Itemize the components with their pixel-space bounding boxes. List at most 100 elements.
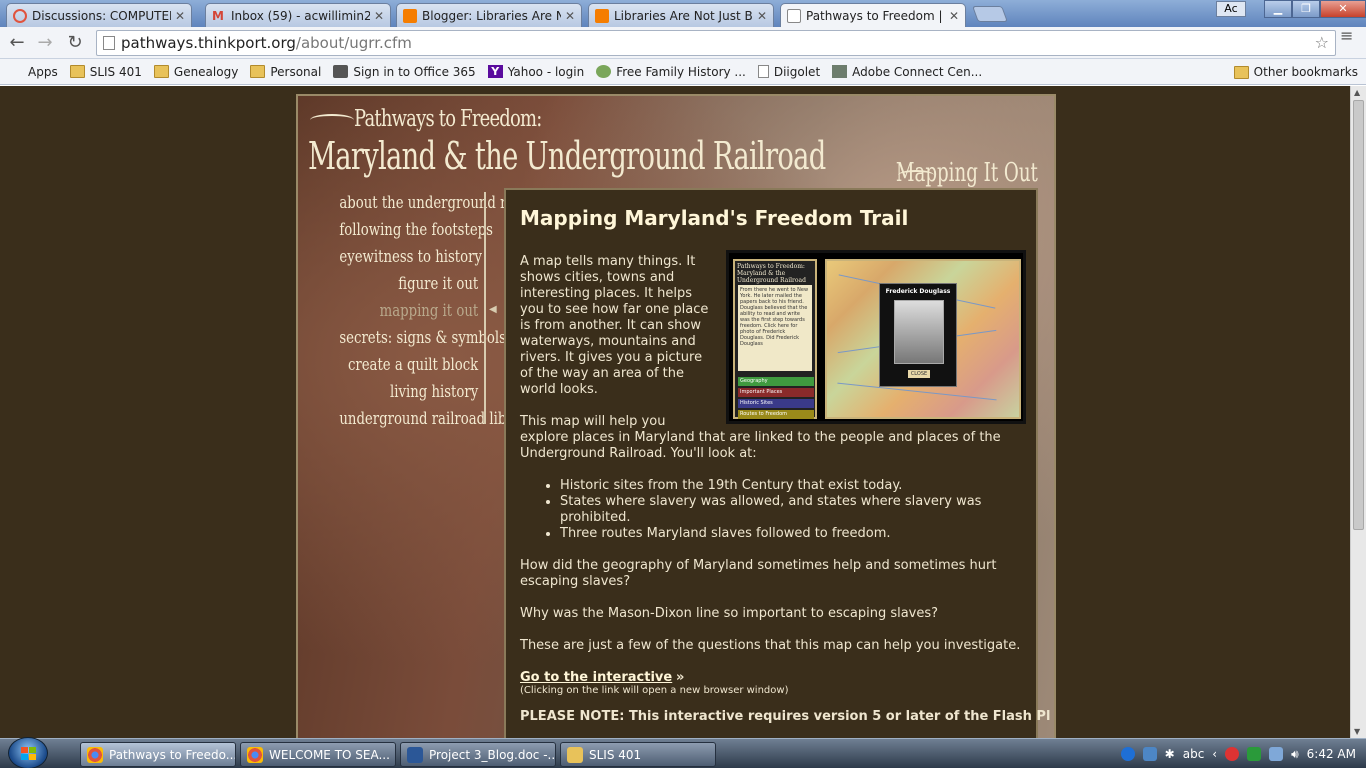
folder-icon bbox=[567, 746, 583, 763]
question-2: Why was the Mason-Dixon line so importan… bbox=[520, 606, 939, 621]
maximize-button[interactable]: ❐ bbox=[1292, 0, 1320, 18]
interactive-link-row: Go to the interactive » bbox=[520, 670, 1022, 685]
bookmark-slis401[interactable]: SLIS 401 bbox=[69, 65, 142, 79]
close-tab-icon[interactable]: ✕ bbox=[175, 9, 185, 23]
taskbar-item-slis401[interactable]: SLIS 401 bbox=[560, 742, 716, 767]
side-navigation: about the underground railroad following… bbox=[298, 190, 553, 433]
page-icon bbox=[787, 9, 801, 23]
nav-about[interactable]: about the underground railroad bbox=[339, 190, 553, 217]
close-tab-icon[interactable]: ✕ bbox=[949, 9, 959, 23]
tab-title: Discussions: COMPUTER-I bbox=[32, 8, 171, 23]
chevron-left-icon[interactable]: ‹ bbox=[1212, 747, 1217, 761]
updates-icon[interactable] bbox=[1247, 747, 1262, 761]
bookmark-family-history[interactable]: Free Family History ... bbox=[596, 65, 746, 79]
nav-figure-it-out[interactable]: figure it out bbox=[339, 271, 486, 298]
clock[interactable]: 6:42 AM bbox=[1307, 747, 1356, 761]
site-title-line1[interactable]: Pathways to Freedom: bbox=[354, 106, 542, 132]
scroll-thumb[interactable] bbox=[1353, 100, 1364, 530]
other-bookmarks-label: Other bookmarks bbox=[1253, 65, 1358, 79]
bookmark-genealogy[interactable]: Genealogy bbox=[153, 65, 238, 79]
douglass-popup: Frederick Douglass CLOSE bbox=[879, 283, 957, 387]
tab-blogger-1[interactable]: Blogger: Libraries Are Not ✕ bbox=[396, 3, 582, 27]
page-viewport: Pathways to Freedom: Maryland & the Unde… bbox=[0, 86, 1350, 738]
tree-icon bbox=[596, 65, 612, 78]
spinner-icon bbox=[13, 8, 27, 23]
bookmark-label: Yahoo - login bbox=[507, 64, 585, 79]
bookmark-adobe-connect[interactable]: Adobe Connect Cen... bbox=[832, 65, 982, 79]
bookmark-diigolet[interactable]: Diigolet bbox=[757, 64, 821, 79]
interactive-link[interactable]: Go to the interactive bbox=[520, 670, 672, 685]
tab-strip: Discussions: COMPUTER-I ✕ M Inbox (59) -… bbox=[0, 0, 1366, 28]
tab-inbox[interactable]: M Inbox (59) - acwillimin201 ✕ bbox=[205, 3, 391, 27]
taskbar-item-project3[interactable]: Project 3_Blog.doc -... bbox=[400, 742, 556, 767]
map-side-panel: Pathways to Freedom: Maryland & the Unde… bbox=[733, 259, 817, 419]
nav-secrets[interactable]: secrets: signs & symbols bbox=[339, 325, 506, 352]
adobe-icon bbox=[832, 65, 848, 78]
tab-discussions[interactable]: Discussions: COMPUTER-I ✕ bbox=[6, 3, 192, 27]
url-host: pathways.thinkport.org bbox=[121, 34, 296, 52]
bookmark-apps[interactable]: Apps bbox=[8, 65, 58, 79]
nav-footsteps[interactable]: following the footsteps bbox=[339, 217, 493, 244]
close-tab-icon[interactable]: ✕ bbox=[565, 9, 575, 23]
bookmark-personal[interactable]: Personal bbox=[250, 65, 321, 79]
close-window-button[interactable]: ✕ bbox=[1320, 0, 1366, 18]
nav-quilt-block[interactable]: create a quilt block bbox=[339, 352, 486, 379]
windows-logo-icon bbox=[21, 747, 36, 760]
scroll-down-icon[interactable]: ▼ bbox=[1354, 727, 1360, 736]
start-button[interactable] bbox=[8, 737, 48, 768]
browser-toolbar: ← → ↻ pathways.thinkport.org/about/ugrr.… bbox=[0, 27, 1366, 59]
scroll-up-icon[interactable]: ▲ bbox=[1354, 88, 1360, 97]
new-tab-button[interactable] bbox=[972, 6, 1008, 22]
menu-icon[interactable]: ≡ bbox=[1340, 28, 1356, 44]
nav-library[interactable]: underground railroad library bbox=[339, 406, 534, 433]
profile-badge[interactable]: Ac bbox=[1216, 1, 1246, 17]
url-path: /about/ugrr.cfm bbox=[295, 34, 412, 52]
back-icon[interactable]: ← bbox=[6, 32, 28, 54]
minimize-button[interactable]: ▁ bbox=[1264, 0, 1292, 18]
tray-abc-label[interactable]: abc bbox=[1183, 747, 1205, 761]
bluetooth-icon[interactable]: ✱ bbox=[1165, 747, 1175, 761]
tab-blogger-2[interactable]: Libraries Are Not Just Bool ✕ bbox=[588, 3, 774, 27]
tab-pathways-active[interactable]: Pathways to Freedom | Ab ✕ bbox=[780, 3, 966, 28]
close-tab-icon[interactable]: ✕ bbox=[374, 9, 384, 23]
taskbar-item-pathways[interactable]: Pathways to Freedo... bbox=[80, 742, 236, 767]
reload-icon[interactable]: ↻ bbox=[64, 32, 86, 54]
question-1: How did the geography of Maryland someti… bbox=[520, 558, 997, 589]
volume-icon[interactable]: 🔊︎ bbox=[1291, 747, 1299, 762]
map-btn-geography: Geography bbox=[738, 377, 814, 386]
nav-mapping-it-out[interactable]: mapping it out bbox=[339, 298, 486, 325]
taskbar-label: Project 3_Blog.doc -... bbox=[429, 747, 556, 762]
flash-note: PLEASE NOTE: This interactive requires v… bbox=[520, 709, 1051, 724]
list-item: States where slavery was allowed, and st… bbox=[560, 494, 1022, 526]
bookmark-star-icon[interactable]: ☆ bbox=[1315, 31, 1329, 55]
taskbar-item-welcome[interactable]: WELCOME TO SEA... bbox=[240, 742, 396, 767]
monitor-icon[interactable] bbox=[1142, 747, 1157, 761]
close-tab-icon[interactable]: ✕ bbox=[757, 9, 767, 23]
active-nav-arrow-icon: ◀ bbox=[489, 304, 497, 315]
taskbar-label: WELCOME TO SEA... bbox=[269, 747, 390, 762]
site-frame: Pathways to Freedom: Maryland & the Unde… bbox=[296, 94, 1056, 738]
address-bar[interactable]: pathways.thinkport.org/about/ugrr.cfm ☆ bbox=[96, 30, 1336, 56]
folder-icon bbox=[1233, 65, 1249, 79]
forward-icon[interactable]: → bbox=[34, 32, 56, 54]
chrome-icon bbox=[247, 746, 263, 763]
question-3: These are just a few of the questions th… bbox=[520, 638, 1021, 653]
nav-eyewitness[interactable]: eyewitness to history bbox=[339, 244, 486, 271]
tab-title: Pathways to Freedom | Ab bbox=[806, 9, 945, 23]
map-panel-title: Pathways to Freedom: Maryland & the Unde… bbox=[737, 263, 806, 284]
page-icon bbox=[103, 36, 115, 50]
bookmark-label: Diigolet bbox=[773, 64, 821, 79]
bookmark-label: Adobe Connect Cen... bbox=[852, 64, 983, 79]
bookmark-office365[interactable]: Sign in to Office 365 bbox=[333, 65, 476, 79]
page-scrollbar[interactable]: ▲ ▼ bbox=[1350, 86, 1366, 738]
bookmark-yahoo[interactable]: Y Yahoo - login bbox=[487, 64, 585, 79]
site-title-line2[interactable]: Maryland & the Underground Railroad bbox=[308, 134, 826, 178]
other-bookmarks[interactable]: Other bookmarks bbox=[1233, 65, 1358, 79]
network-icon[interactable] bbox=[1269, 747, 1284, 761]
tab-title: Inbox (59) - acwillimin201 bbox=[231, 8, 370, 23]
taskbar-label: SLIS 401 bbox=[589, 747, 642, 762]
bookmark-label: Free Family History ... bbox=[616, 64, 746, 79]
ie-icon[interactable] bbox=[1120, 747, 1135, 761]
antivirus-icon[interactable] bbox=[1225, 747, 1240, 761]
nav-living-history[interactable]: living history bbox=[339, 379, 486, 406]
